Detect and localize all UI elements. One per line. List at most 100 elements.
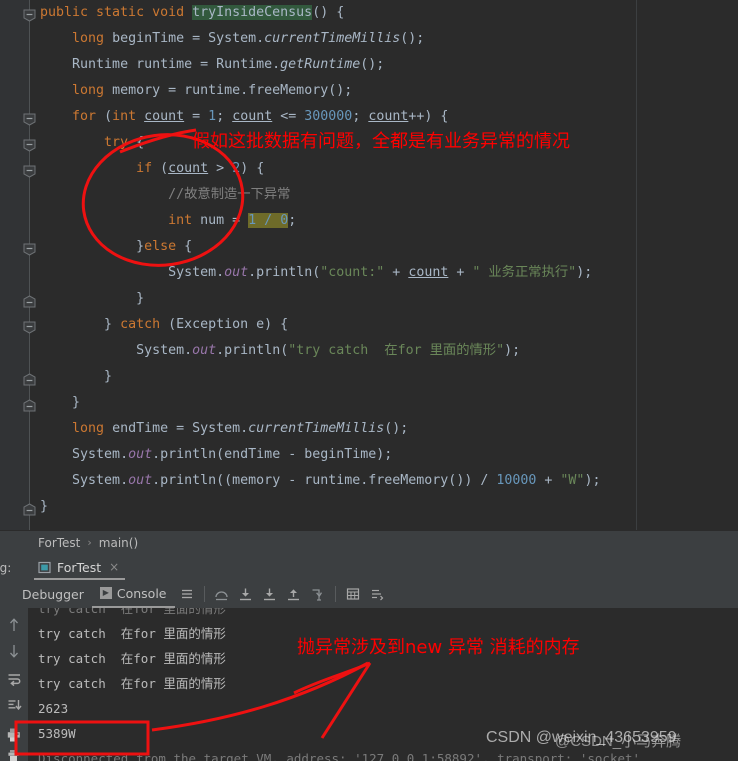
code-token: .println(endTime - beginTime);	[152, 447, 393, 462]
run-to-cursor-icon[interactable]	[307, 583, 329, 605]
fold-marker-icon[interactable]	[23, 295, 36, 308]
code-token: }	[136, 239, 145, 254]
step-out-icon[interactable]	[283, 583, 305, 605]
tab-debugger[interactable]: Debugger	[14, 580, 92, 608]
code-line[interactable]: } catch (Exception e) {	[40, 312, 738, 338]
code-token: currentTimeMillis	[264, 31, 401, 46]
code-token: System.	[168, 265, 225, 280]
code-token: 1 / 0	[248, 213, 289, 228]
code-token: ++) {	[408, 109, 449, 124]
code-token: );	[576, 265, 593, 280]
code-token: 2	[232, 161, 241, 176]
console-line: try catch 在for 里面的情形	[38, 626, 226, 641]
fold-marker-icon[interactable]	[23, 113, 36, 126]
code-line[interactable]: }	[40, 390, 738, 416]
code-token: " 业务正常执行"	[472, 265, 577, 280]
code-token: );	[504, 343, 521, 358]
console-line: 2623	[38, 701, 69, 716]
tab-console[interactable]: ▶ Console	[91, 580, 175, 608]
code-line[interactable]: Runtime runtime = Runtime.getRuntime();	[40, 52, 738, 78]
code-line[interactable]: }	[40, 494, 738, 520]
code-line[interactable]: long memory = runtime.freeMemory();	[40, 78, 738, 104]
code-token: .println((memory - runtime.freeMemory())…	[152, 473, 497, 488]
code-line[interactable]: }else {	[40, 234, 738, 260]
step-over-icon[interactable]	[211, 583, 233, 605]
code-token: out	[192, 343, 217, 358]
code-line[interactable]: System.out.println("count:" + count + " …	[40, 260, 738, 286]
fold-marker-icon[interactable]	[23, 399, 36, 412]
code-token: System.	[72, 473, 129, 488]
code-token: //故意制造一下异常	[168, 187, 291, 202]
code-line[interactable]: System.out.println(endTime - beginTime);	[40, 442, 738, 468]
code-token: count	[368, 109, 409, 124]
code-body[interactable]: public static void tryInsideCensus() { l…	[40, 0, 738, 520]
code-token: }	[40, 499, 49, 514]
code-line[interactable]: for (int count = 1; count <= 300000; cou…	[40, 104, 738, 130]
console-line: try catch 在for 里面的情形	[38, 608, 226, 616]
console-line: Disconnected from the target VM, address…	[38, 751, 641, 761]
breadcrumb[interactable]: ForTest › main()	[0, 530, 738, 554]
code-line[interactable]: long beginTime = System.currentTimeMilli…	[40, 26, 738, 52]
code-line[interactable]: //故意制造一下异常	[40, 182, 738, 208]
soft-wrap-icon[interactable]	[5, 670, 23, 688]
fold-marker-icon[interactable]	[23, 139, 36, 152]
clear-all-icon[interactable]	[5, 748, 23, 761]
code-token: long	[72, 421, 113, 436]
code-token: currentTimeMillis	[248, 421, 385, 436]
print-icon[interactable]	[5, 726, 23, 744]
code-line[interactable]: try {	[40, 130, 738, 156]
code-token: System.	[136, 343, 193, 358]
tab-debugger-label: Debugger	[22, 586, 84, 602]
close-icon[interactable]: ×	[109, 560, 119, 574]
debug-tab-fortest[interactable]: ForTest ×	[34, 556, 126, 580]
scroll-to-end-icon[interactable]	[5, 696, 23, 714]
code-line[interactable]: }	[40, 364, 738, 390]
fold-marker-icon[interactable]	[23, 9, 36, 22]
code-line[interactable]: public static void tryInsideCensus() {	[40, 0, 738, 26]
code-line[interactable]: System.out.println((memory - runtime.fre…	[40, 468, 738, 494]
code-line[interactable]: }	[40, 286, 738, 312]
fold-marker-icon[interactable]	[23, 373, 36, 386]
code-line[interactable]: long endTime = System.currentTimeMillis(…	[40, 416, 738, 442]
code-token: {	[184, 239, 193, 254]
code-editor[interactable]: public static void tryInsideCensus() { l…	[0, 0, 738, 530]
breadcrumb-class[interactable]: ForTest	[38, 536, 80, 550]
code-token: catch	[120, 317, 169, 332]
code-token: if	[136, 161, 161, 176]
console-play-icon: ▶	[99, 587, 112, 599]
scroll-up-icon[interactable]	[5, 616, 23, 634]
scroll-down-icon[interactable]	[5, 642, 23, 660]
code-token: 10000	[496, 473, 537, 488]
code-token: (Exception e) {	[168, 317, 289, 332]
code-token: }	[104, 317, 121, 332]
code-token: long	[72, 83, 113, 98]
code-token: long	[72, 31, 113, 46]
fold-marker-icon[interactable]	[23, 503, 36, 516]
debug-toolwindow-header: ug: ForTest ×	[0, 554, 738, 580]
idea-window: public static void tryInsideCensus() { l…	[0, 0, 738, 761]
fold-marker-icon[interactable]	[23, 165, 36, 178]
console-line: try catch 在for 里面的情形	[38, 651, 226, 666]
code-line[interactable]: if (count > 2) {	[40, 156, 738, 182]
code-line[interactable]: System.out.println("try catch 在for 里面的情形…	[40, 338, 738, 364]
code-token: {	[136, 135, 145, 150]
code-token: count	[168, 161, 209, 176]
breadcrumb-method[interactable]: main()	[99, 536, 138, 550]
fold-marker-icon[interactable]	[23, 321, 36, 334]
editor-gutter[interactable]	[0, 0, 30, 530]
menu-icon[interactable]	[176, 583, 198, 605]
settings-layout-icon[interactable]	[366, 583, 388, 605]
code-token: }	[104, 369, 113, 384]
code-token: try	[104, 135, 137, 150]
code-line[interactable]: int num = 1 / 0;	[40, 208, 738, 234]
console-gutter-toolbar[interactable]	[0, 608, 28, 761]
step-into-icon[interactable]	[235, 583, 257, 605]
code-token: beginTime = System.	[112, 31, 265, 46]
force-step-into-icon[interactable]	[259, 583, 281, 605]
fold-region-line	[29, 0, 30, 530]
debug-subtoolbar[interactable]: Debugger ▶ Console	[0, 580, 738, 608]
fold-marker-icon[interactable]	[23, 243, 36, 256]
evaluate-expression-icon[interactable]	[342, 583, 364, 605]
code-token: public static void	[40, 5, 193, 20]
code-token: int	[112, 109, 145, 124]
